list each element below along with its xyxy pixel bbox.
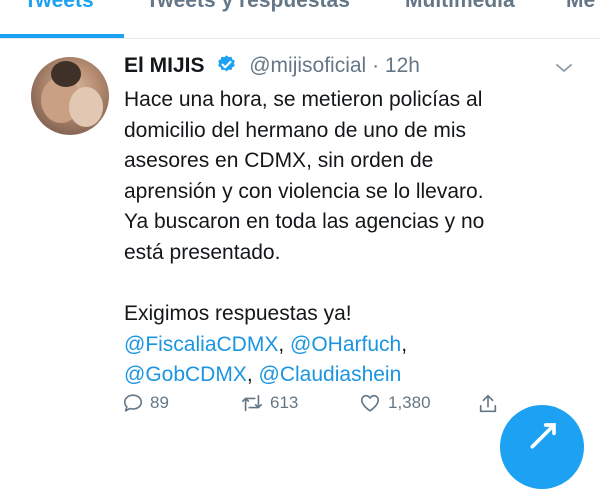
mention-link[interactable]: @FiscaliaCDMX — [124, 333, 278, 356]
tab-multimedia[interactable]: Multimedia — [405, 0, 515, 13]
tweet-text-line: domicilio del hermano de uno de mis — [124, 118, 467, 142]
reply-icon — [123, 394, 143, 412]
tweet-text-line: Exigimos respuestas ya! — [124, 302, 352, 326]
like-count: 1,380 — [388, 393, 431, 412]
profile-tabs: Tweets Tweets y respuestas Multimedia Me — [0, 0, 600, 39]
tweet-timestamp[interactable]: 12h — [385, 54, 420, 77]
tab-tweets[interactable]: Tweets — [24, 0, 94, 13]
retweet-button[interactable]: 613 — [240, 392, 298, 414]
retweet-count: 613 — [270, 393, 299, 412]
mentions-line: @GobCDMX, @Claudiashein — [124, 360, 584, 391]
tweet-text: Hace una hora, se metieron policías al d… — [124, 85, 584, 391]
mention-link[interactable]: @OHarfuch — [290, 333, 401, 356]
tweet-text-line: asesores en CDMX, sin orden de — [124, 149, 434, 173]
tweet-text-line — [124, 269, 584, 300]
like-icon — [360, 394, 380, 412]
tweet-text-line: Ya buscaron en toda las agencias y no — [124, 210, 485, 234]
active-tab-indicator — [0, 34, 124, 38]
reply-count: 89 — [150, 393, 169, 412]
mention-separator: , — [278, 332, 285, 356]
header-separator: · — [372, 54, 380, 77]
mentions-line: @FiscaliaCDMX, @OHarfuch, — [124, 330, 584, 361]
tweet-text-line: aprensión y con violencia se lo llevaro. — [124, 179, 484, 203]
mention-link[interactable]: @GobCDMX — [124, 363, 247, 386]
compose-icon — [530, 423, 556, 449]
mention-separator: , — [401, 332, 408, 356]
author-name[interactable]: El MIJIS — [124, 54, 205, 77]
mention-separator: , — [246, 363, 253, 387]
share-button[interactable] — [477, 392, 499, 416]
like-button[interactable]: 1,380 — [358, 392, 431, 414]
reply-button[interactable]: 89 — [122, 392, 169, 414]
share-icon — [479, 394, 497, 413]
tweet-text-line: está presentado. — [124, 240, 281, 264]
author-handle[interactable]: @mijisoficial — [249, 54, 366, 77]
verified-badge-icon — [216, 54, 237, 81]
tweet-header: El MIJIS @mijisoficial · 12h — [124, 54, 420, 81]
tweet-actions: 89 613 1,380 — [0, 392, 600, 420]
tab-me[interactable]: Me — [566, 0, 595, 13]
mention-link[interactable]: @Claudiashein — [259, 363, 402, 386]
tab-tweets-y-respuestas[interactable]: Tweets y respuestas — [146, 0, 350, 13]
compose-button[interactable] — [500, 405, 584, 489]
tweet-text-line: Hace una hora, se metieron policías al — [124, 88, 483, 111]
chevron-down-icon[interactable] — [554, 58, 574, 83]
avatar[interactable] — [31, 57, 109, 135]
retweet-icon — [242, 394, 262, 412]
